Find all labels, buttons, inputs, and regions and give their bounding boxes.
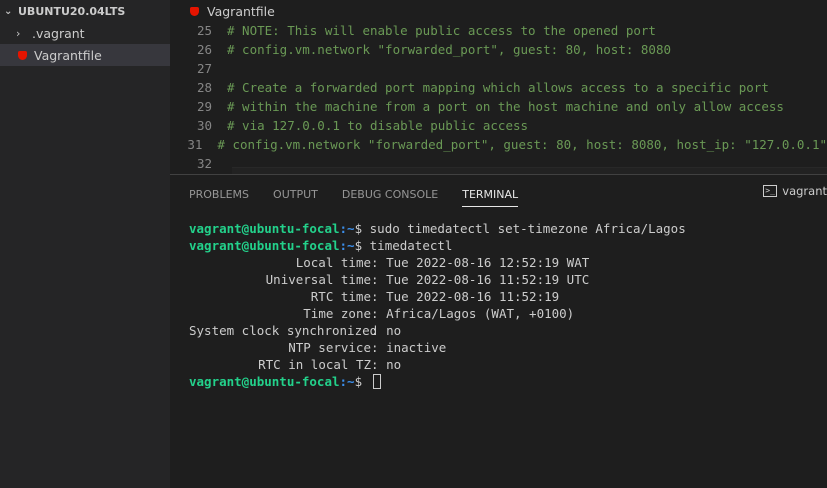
output-label: Time zone [303, 306, 371, 321]
output-separator: : [371, 255, 387, 270]
bottom-panel: PROBLEMS OUTPUT DEBUG CONSOLE TERMINAL >… [170, 174, 827, 488]
prompt-user: vagrant@ubuntu-focal [189, 221, 340, 236]
line-number: 25 [196, 23, 212, 38]
prompt-suffix: $ [354, 374, 370, 389]
output-value: Tue 2022-08-16 11:52:19 UTC [386, 272, 590, 287]
tree-item-label: Vagrantfile [34, 47, 102, 63]
output-value: Africa/Lagos (WAT, +0100) [386, 306, 575, 321]
terminal-command: timedatectl [369, 238, 453, 253]
line-number: 30 [196, 118, 212, 133]
terminal-output-line: RTC in local TZ: no [189, 356, 686, 373]
output-value: inactive [386, 340, 447, 355]
terminal-output[interactable]: vagrant@ubuntu-focal:~$ sudo timedatectl… [189, 220, 686, 390]
tree-item-vagrantfile[interactable]: Vagrantfile [0, 44, 170, 66]
prompt-path: :~ [339, 221, 355, 236]
tab-debug-console[interactable]: DEBUG CONSOLE [342, 175, 438, 213]
code-line: 29 # within the machine from a port on th… [170, 97, 827, 116]
output-label: RTC in local TZ [258, 357, 371, 372]
output-value: no [386, 323, 402, 338]
code-line: 25 # NOTE: This will enable public access… [170, 21, 827, 40]
code-comment [212, 154, 227, 173]
chevron-down-icon: ⌄ [4, 5, 13, 17]
terminal-line: vagrant@ubuntu-focal:~$ [189, 373, 686, 390]
terminal-output-line: RTC time: Tue 2022-08-16 11:52:19 [189, 288, 686, 305]
output-separator: : [371, 340, 387, 355]
explorer-folder-header[interactable]: ⌄ UBUNTU20.04LTS [0, 0, 170, 22]
code-line: 28 # Create a forwarded port mapping whic… [170, 78, 827, 97]
output-value: no [386, 357, 402, 372]
tree-item-vagrant-folder[interactable]: › .vagrant [0, 22, 170, 44]
prompt-suffix: $ [354, 221, 370, 236]
chevron-right-icon: › [16, 26, 21, 40]
current-line-highlight [232, 167, 827, 174]
prompt-user: vagrant@ubuntu-focal [189, 374, 340, 389]
timedatectl-output: Local time: Tue 2022-08-16 12:52:19 WAT U… [189, 254, 686, 373]
code-line: 27 [170, 59, 827, 78]
editor-tab-vagrantfile[interactable]: Vagrantfile [170, 0, 827, 22]
output-value: Tue 2022-08-16 12:52:19 WAT [386, 255, 590, 270]
code-comment: # within the machine from a port on the … [227, 99, 784, 114]
folder-name: UBUNTU20.04LTS [18, 4, 126, 18]
prompt-user: vagrant@ubuntu-focal [189, 238, 340, 253]
line-number: 31 [187, 137, 203, 152]
output-separator: : [371, 272, 387, 287]
ruby-file-icon [190, 6, 199, 16]
code-comment: # Create a forwarded port mapping which … [227, 80, 769, 95]
line-number: 27 [196, 61, 212, 76]
output-separator: : [371, 323, 387, 338]
code-comment: # config.vm.network "forwarded_port", gu… [227, 42, 672, 57]
code-line: 31 # config.vm.network "forwarded_port", … [170, 135, 827, 154]
tab-output[interactable]: OUTPUT [273, 175, 318, 213]
terminal-selector-label: vagrant [782, 184, 827, 198]
output-label: System clock synchronized [189, 323, 378, 338]
output-label: RTC time [310, 289, 371, 304]
code-line: 30 # via 127.0.0.1 to disable public acce… [170, 116, 827, 135]
terminal-icon: >_ [763, 185, 778, 197]
terminal-output-line: System clock synchronized: no [189, 322, 686, 339]
code-comment: # NOTE: This will enable public access t… [227, 23, 656, 38]
output-separator: : [371, 289, 387, 304]
terminal-line: vagrant@ubuntu-focal:~$ timedatectl [189, 237, 686, 254]
line-number: 28 [196, 80, 212, 95]
terminal-output-line: Time zone: Africa/Lagos (WAT, +0100) [189, 305, 686, 322]
terminal-output-line: Local time: Tue 2022-08-16 12:52:19 WAT [189, 254, 686, 271]
tab-problems[interactable]: PROBLEMS [189, 175, 249, 213]
output-label: Local time [295, 255, 371, 270]
terminal-output-line: NTP service: inactive [189, 339, 686, 356]
terminal-output-line: Universal time: Tue 2022-08-16 11:52:19 … [189, 271, 686, 288]
code-line: 26 # config.vm.network "forwarded_port", … [170, 40, 827, 59]
prompt-path: :~ [339, 238, 355, 253]
terminal-command: sudo timedatectl set-timezone Africa/Lag… [369, 221, 686, 236]
tree-item-label: .vagrant [32, 25, 85, 41]
prompt-path: :~ [339, 374, 355, 389]
output-label: Universal time [265, 272, 371, 287]
ruby-file-icon [18, 50, 27, 60]
terminal-line: vagrant@ubuntu-focal:~$ sudo timedatectl… [189, 220, 686, 237]
code-comment [212, 59, 227, 78]
line-number: 29 [196, 99, 212, 114]
output-separator: : [371, 357, 387, 372]
code-comment: # config.vm.network "forwarded_port", gu… [217, 137, 827, 152]
panel-tabs: PROBLEMS OUTPUT DEBUG CONSOLE TERMINAL >… [170, 175, 827, 213]
code-lines: 24# accessing "localhost:8080" will acce… [170, 2, 827, 173]
output-value: Tue 2022-08-16 11:52:19 [386, 289, 560, 304]
explorer-sidebar: ⌄ UBUNTU20.04LTS › .vagrant Vagrantfile [0, 0, 170, 488]
code-editor[interactable]: Vagrantfile 24# accessing "localhost:808… [170, 0, 827, 174]
line-number: 26 [196, 42, 212, 57]
editor-tab-label: Vagrantfile [207, 3, 275, 19]
line-number: 32 [196, 156, 212, 171]
output-separator: : [371, 306, 387, 321]
terminal-selector[interactable]: >_ vagrant [763, 184, 827, 198]
code-comment: # via 127.0.0.1 to disable public access [227, 118, 529, 133]
tab-terminal[interactable]: TERMINAL [462, 175, 518, 213]
terminal-cursor [372, 374, 381, 389]
output-label: NTP service [288, 340, 371, 355]
prompt-suffix: $ [354, 238, 370, 253]
